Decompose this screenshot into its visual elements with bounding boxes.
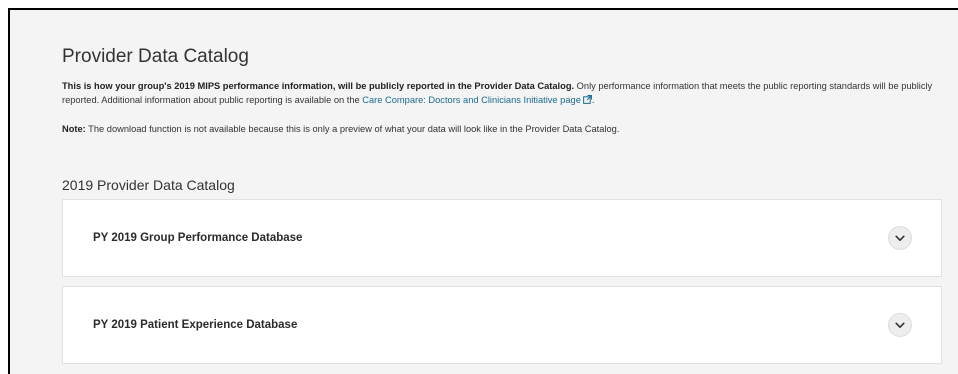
care-compare-link-label: Care Compare: Doctors and Clinicians Ini…: [362, 95, 581, 105]
intro-bold-text: This is how your group's 2019 MIPS perfo…: [62, 81, 575, 91]
note-text: The download function is not available b…: [85, 124, 620, 134]
section-heading: 2019 Provider Data Catalog: [62, 177, 235, 193]
intro-end: .: [591, 95, 595, 105]
accordion-group-performance[interactable]: PY 2019 Group Performance Database: [62, 199, 942, 277]
intro-paragraph: This is how your group's 2019 MIPS perfo…: [62, 79, 942, 108]
note-paragraph: Note: The download function is not avail…: [62, 124, 942, 134]
accordion-title: PY 2019 Group Performance Database: [93, 232, 303, 244]
page-title: Provider Data Catalog: [62, 46, 249, 67]
care-compare-link[interactable]: Care Compare: Doctors and Clinicians Ini…: [362, 95, 592, 105]
chevron-down-icon[interactable]: [888, 313, 912, 337]
accordion-patient-experience[interactable]: PY 2019 Patient Experience Database: [62, 286, 942, 364]
accordion-title: PY 2019 Patient Experience Database: [93, 319, 298, 331]
page-frame: Provider Data Catalog This is how your g…: [8, 8, 958, 374]
note-label: Note:: [62, 124, 86, 134]
external-link-icon: [583, 94, 592, 108]
chevron-down-icon[interactable]: [888, 226, 912, 250]
